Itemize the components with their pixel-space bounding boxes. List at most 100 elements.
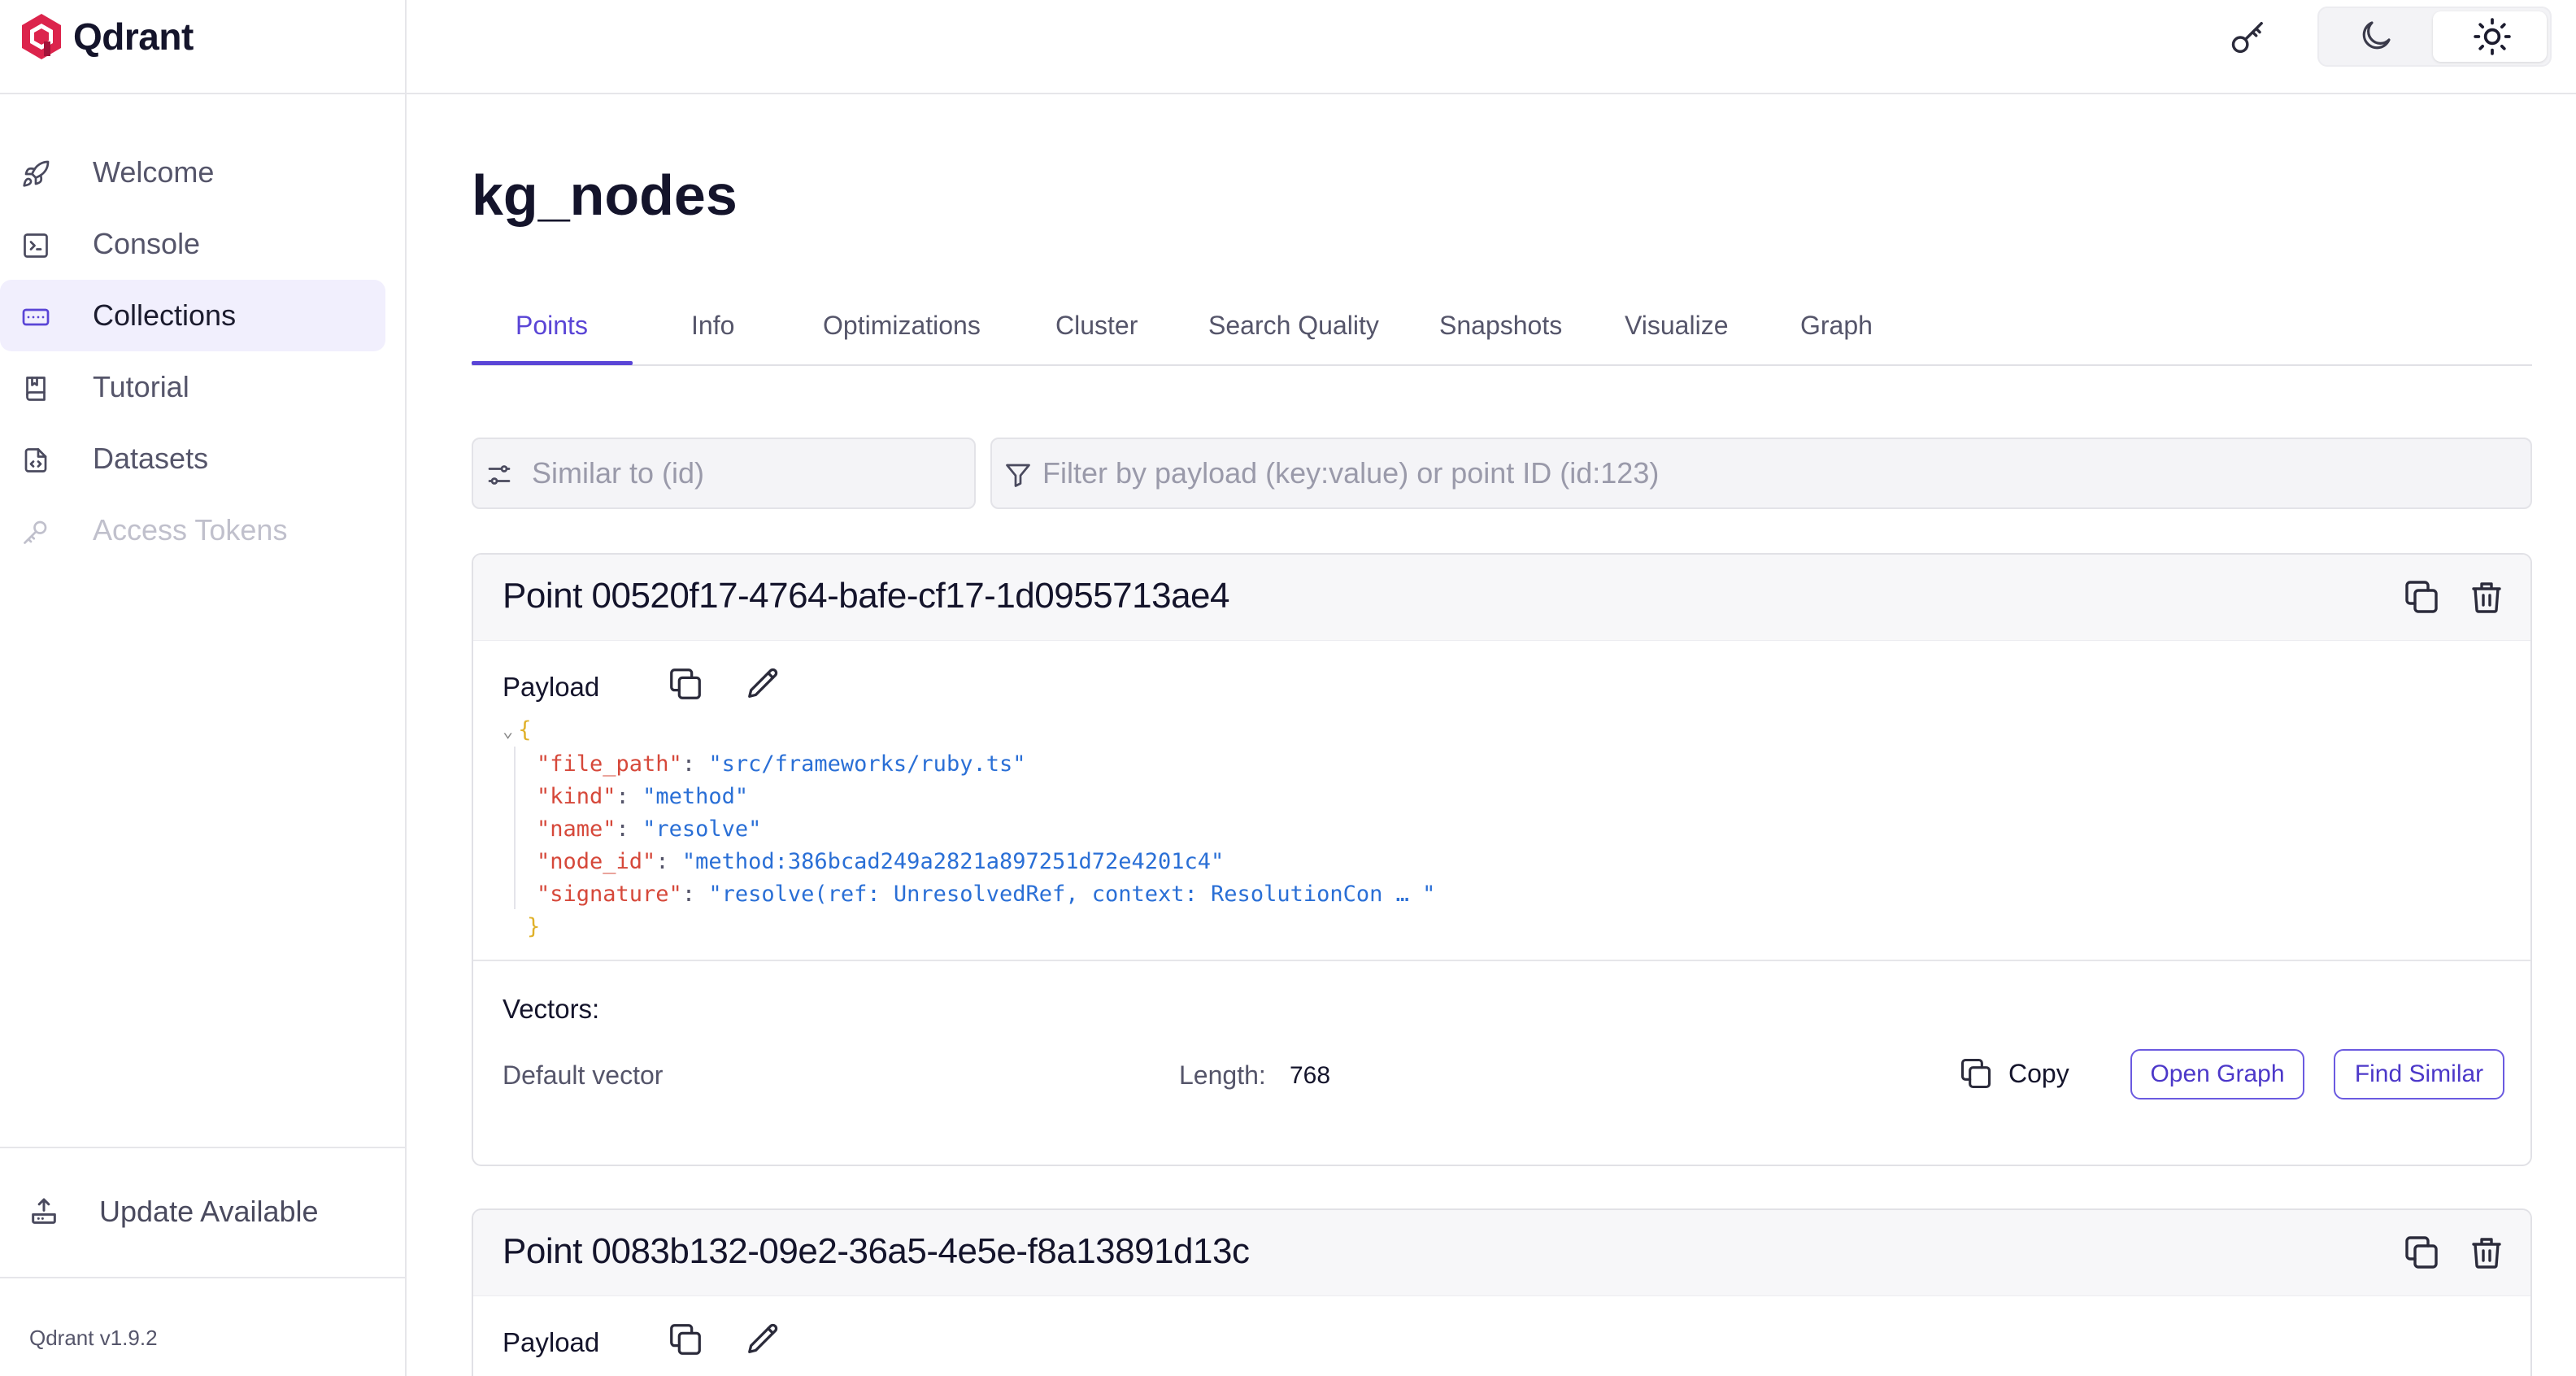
json-value: "resolve(ref: UnresolvedRef, context: Re… (708, 882, 1436, 907)
sliders-icon (488, 465, 511, 485)
sidebar-divider (0, 93, 407, 94)
copy-icon (1960, 1058, 1991, 1089)
json-key: "kind" (537, 784, 616, 809)
tab-info[interactable]: Info (691, 285, 734, 366)
tab-visualize[interactable]: Visualize (1625, 285, 1728, 366)
collection-tabs: Points Info Optimizations Cluster Search… (472, 285, 2532, 366)
point-title: Point 00520f17-4764-bafe-cf17-1d0955713a… (503, 576, 1229, 616)
tab-optimizations[interactable]: Optimizations (823, 285, 981, 366)
sidebar-item-tutorial[interactable]: Tutorial (0, 351, 385, 423)
json-row: "kind": "method" (503, 781, 1435, 813)
collapse-chevron-icon[interactable]: ⌄ (503, 721, 513, 742)
terminal-icon (24, 233, 48, 258)
similar-search-box (472, 438, 976, 509)
vector-length-label: Length: (1179, 1060, 1266, 1090)
json-key: "file_path" (537, 751, 682, 777)
json-row: "name": "resolve" (503, 813, 1435, 846)
sidebar-item-label: Tutorial (93, 370, 189, 403)
rocket-icon (23, 160, 50, 187)
filter-search-box (990, 438, 2532, 509)
update-available-button[interactable]: Update Available (0, 1147, 407, 1277)
edit-payload-icon[interactable] (745, 1321, 782, 1358)
trash-icon[interactable] (2467, 577, 2506, 616)
active-tab-indicator (472, 361, 633, 365)
upload-icon (32, 1198, 56, 1224)
api-key-icon[interactable] (2228, 16, 2270, 59)
point-card: Point 0083b132-09e2-36a5-4e5e-f8a13891d1… (472, 1208, 2532, 1376)
copy-icon[interactable] (2402, 1233, 2441, 1272)
update-available-label: Update Available (99, 1195, 319, 1228)
sidebar-item-welcome[interactable]: Welcome (0, 137, 385, 208)
sidebar-nav: Welcome Console Collections Tutorial Dat… (0, 137, 407, 566)
trash-icon[interactable] (2467, 1233, 2506, 1272)
sidebar-item-collections[interactable]: Collections (0, 280, 385, 351)
page-title: kg_nodes (472, 163, 738, 227)
json-key: "name" (537, 816, 616, 842)
dataset-file-icon (24, 448, 47, 472)
json-open-brace: { (518, 717, 532, 742)
sidebar-item-datasets[interactable]: Datasets (0, 423, 385, 494)
app-version: Qdrant v1.9.2 (29, 1326, 158, 1350)
json-value: "resolve" (642, 816, 762, 842)
json-value: "method" (642, 784, 749, 809)
copy-vector-button[interactable]: Copy (1958, 1051, 2069, 1096)
book-icon (26, 377, 46, 401)
similar-to-input[interactable] (532, 454, 959, 493)
copy-icon[interactable] (2402, 577, 2441, 616)
edit-payload-icon[interactable] (745, 665, 782, 703)
tab-points[interactable]: Points (516, 285, 588, 366)
tab-cluster[interactable]: Cluster (1055, 285, 1138, 366)
sidebar-item-label: Collections (93, 298, 237, 332)
sidebar-item-console[interactable]: Console (0, 208, 385, 280)
json-row: "signature": "resolve(ref: UnresolvedRef… (503, 878, 1435, 911)
qdrant-logo[interactable]: Qdrant (20, 10, 194, 63)
sidebar-item-access-tokens: Access Tokens (0, 494, 385, 566)
json-key: "node_id" (537, 849, 656, 874)
tab-search-quality[interactable]: Search Quality (1208, 285, 1379, 366)
json-row: "node_id": "method:386bcad249a2821a89725… (503, 846, 1435, 878)
json-colon: : (681, 751, 696, 777)
tab-graph[interactable]: Graph (1800, 285, 1873, 366)
key-icon (24, 520, 47, 544)
json-colon: : (616, 816, 629, 842)
card-divider (473, 960, 2530, 961)
sidebar: Qdrant Welcome Console Collections Tutor… (0, 0, 407, 1376)
point-card-header: Point 00520f17-4764-bafe-cf17-1d0955713a… (473, 555, 2530, 641)
sidebar-item-label: Datasets (93, 442, 209, 475)
point-card: Point 00520f17-4764-bafe-cf17-1d0955713a… (472, 553, 2532, 1166)
json-open-line: ⌄{ (503, 714, 1435, 748)
sidebar-divider (0, 1277, 407, 1278)
json-colon: : (616, 784, 629, 809)
payload-json: ⌄{ "file_path": "src/frameworks/ruby.ts"… (503, 714, 1435, 943)
find-similar-button[interactable]: Find Similar (2334, 1049, 2504, 1099)
moon-icon[interactable] (2356, 16, 2395, 55)
json-key: "signature" (537, 882, 682, 907)
copy-payload-icon[interactable] (667, 665, 704, 703)
sun-icon[interactable] (2472, 16, 2513, 57)
payload-filter-input[interactable] (1042, 454, 2508, 493)
sidebar-item-label: Console (93, 227, 201, 260)
tab-snapshots[interactable]: Snapshots (1439, 285, 1562, 366)
payload-label: Payload (503, 672, 600, 702)
json-colon: : (655, 849, 669, 874)
payload-label: Payload (503, 1327, 600, 1357)
sidebar-item-label: Welcome (93, 155, 215, 189)
json-value: "src/frameworks/ruby.ts" (708, 751, 1026, 777)
open-graph-button[interactable]: Open Graph (2130, 1049, 2304, 1099)
copy-payload-icon[interactable] (667, 1321, 704, 1358)
qdrant-logo-icon (22, 14, 61, 59)
json-colon: : (681, 882, 696, 907)
vector-name: Default vector (503, 1060, 664, 1090)
vectors-label: Vectors: (503, 994, 600, 1024)
collections-icon (22, 308, 50, 326)
json-value: "method:386bcad249a2821a897251d72e4201c4… (681, 849, 1225, 874)
filter-icon (1006, 464, 1030, 487)
vector-length-value: 768 (1290, 1062, 1331, 1089)
app-name: Qdrant (73, 15, 194, 58)
point-title: Point 0083b132-09e2-36a5-4e5e-f8a13891d1… (503, 1231, 1250, 1271)
point-card-header: Point 0083b132-09e2-36a5-4e5e-f8a13891d1… (473, 1210, 2530, 1296)
copy-vector-label: Copy (2008, 1058, 2069, 1088)
sidebar-item-label: Access Tokens (93, 513, 288, 546)
json-row: "file_path": "src/frameworks/ruby.ts" (503, 748, 1435, 781)
json-close-brace: } (527, 914, 541, 939)
